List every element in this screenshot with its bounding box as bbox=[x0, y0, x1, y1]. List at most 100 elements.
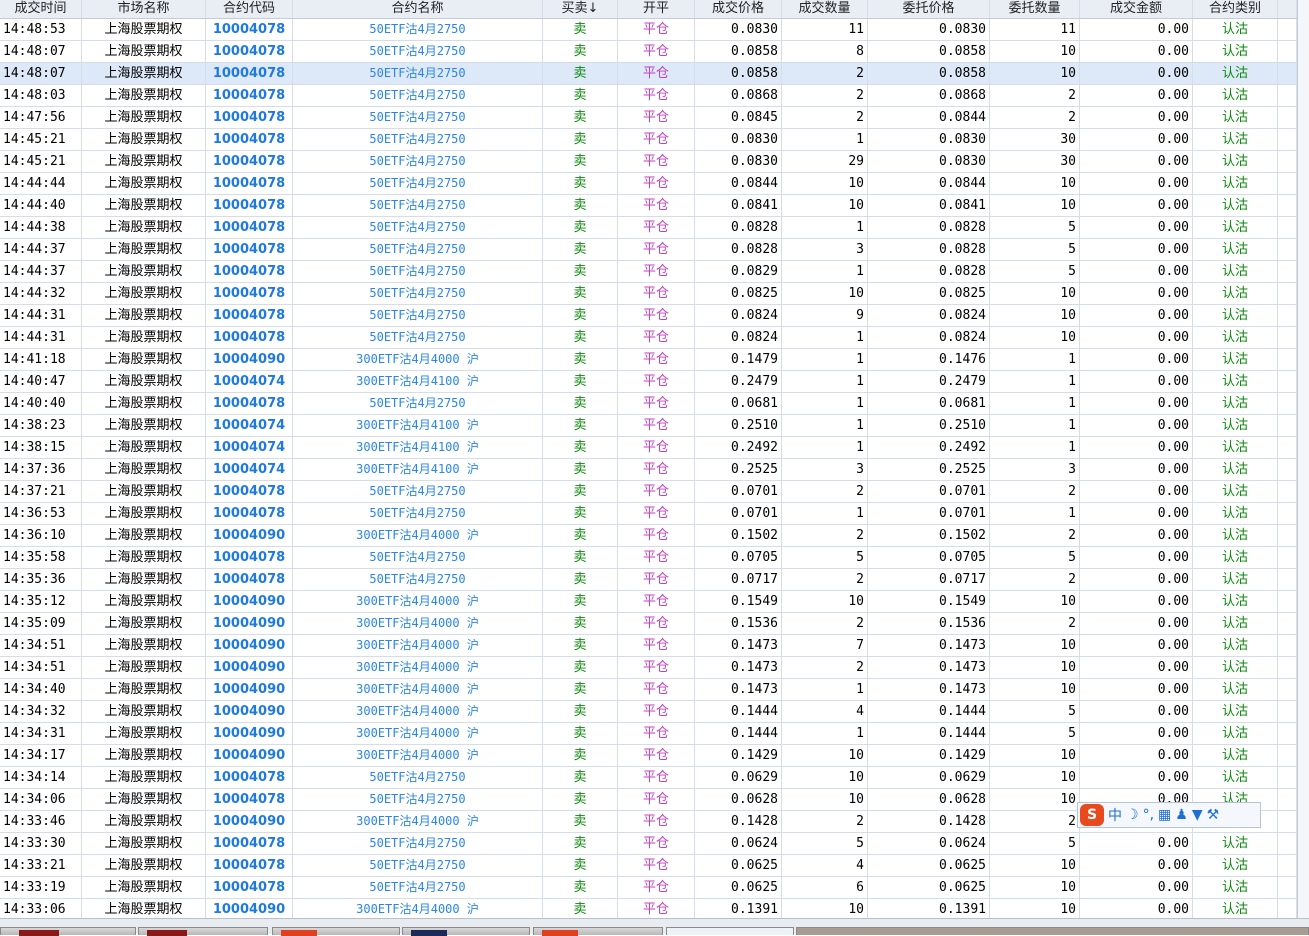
cell-contract-code: 10004078 bbox=[206, 195, 293, 216]
cell-trade-amount: 0.00 bbox=[1080, 305, 1193, 326]
cell-contract-type: 认沽 bbox=[1193, 41, 1278, 62]
cell-order-qty: 1 bbox=[990, 393, 1080, 414]
cell-trade-qty: 2 bbox=[782, 613, 868, 634]
cell-trade-time: 14:33:21 bbox=[0, 855, 82, 876]
cell-open-close: 平仓 bbox=[618, 613, 695, 634]
column-header-market-name[interactable]: 市场名称 bbox=[82, 0, 206, 18]
table-row[interactable]: 14:44:37 上海股票期权 10004078 50ETF沽4月2750 卖平仓 0.0… bbox=[0, 239, 1297, 261]
cell-trade-qty: 2 bbox=[782, 569, 868, 590]
table-row[interactable]: 14:44:31 上海股票期权 10004078 50ETF沽4月2750 卖平仓 0.0… bbox=[0, 305, 1297, 327]
table-row[interactable]: 14:48:07 上海股票期权 10004078 50ETF沽4月2750 卖平仓 0.0… bbox=[0, 63, 1297, 85]
table-row[interactable]: 14:44:40 上海股票期权 10004078 50ETF沽4月2750 卖平仓 0.0… bbox=[0, 195, 1297, 217]
table-row[interactable]: 14:48:07 上海股票期权 10004078 50ETF沽4月2750 卖平仓 0.0… bbox=[0, 41, 1297, 63]
table-row[interactable]: 14:34:14 上海股票期权 10004078 50ETF沽4月2750 卖平仓 0.0… bbox=[0, 767, 1297, 789]
table-row[interactable]: 14:44:44 上海股票期权 10004078 50ETF沽4月2750 卖平仓 0.0… bbox=[0, 173, 1297, 195]
column-header-trade-time[interactable]: 成交时间 bbox=[0, 0, 82, 18]
cell-open-close: 平仓 bbox=[618, 701, 695, 722]
cell-contract-code: 10004078 bbox=[206, 41, 293, 62]
column-header-order-qty[interactable]: 委托数量 bbox=[990, 0, 1080, 18]
table-row[interactable]: 14:47:56 上海股票期权 10004078 50ETF沽4月2750 卖平仓 0.0… bbox=[0, 107, 1297, 129]
cell-market-name: 上海股票期权 bbox=[82, 151, 206, 172]
cell-trade-amount: 0.00 bbox=[1080, 129, 1193, 150]
table-row[interactable]: 14:35:12 上海股票期权 10004090 300ETF沽4月4000 沪卖平仓… bbox=[0, 591, 1297, 613]
table-row[interactable]: 14:34:51 上海股票期权 10004090 300ETF沽4月4000 沪卖平仓… bbox=[0, 657, 1297, 679]
table-row[interactable]: 14:44:32 上海股票期权 10004078 50ETF沽4月2750 卖平仓 0.0… bbox=[0, 283, 1297, 305]
table-row[interactable]: 14:34:40 上海股票期权 10004090 300ETF沽4月4000 沪卖平仓… bbox=[0, 679, 1297, 701]
sogou-logo-icon[interactable]: S bbox=[1080, 804, 1104, 826]
table-row[interactable]: 14:45:21 上海股票期权 10004078 50ETF沽4月2750 卖平仓 0.0… bbox=[0, 129, 1297, 151]
cell-open-close: 平仓 bbox=[618, 767, 695, 788]
cell-open-close: 平仓 bbox=[618, 525, 695, 546]
cell-order-qty: 10 bbox=[990, 657, 1080, 678]
table-row[interactable]: 14:37:36 上海股票期权 10004074 300ETF沽4月4100 沪卖平仓… bbox=[0, 459, 1297, 481]
column-header-order-price[interactable]: 委托价格 bbox=[868, 0, 990, 18]
cell-trade-amount: 0.00 bbox=[1080, 85, 1193, 106]
keyboard-icon[interactable]: ▦ bbox=[1158, 807, 1171, 823]
table-row[interactable]: 14:40:40 上海股票期权 10004078 50ETF沽4月2750 卖平仓 0.0… bbox=[0, 393, 1297, 415]
row-filler bbox=[1278, 349, 1297, 370]
cell-contract-code: 10004078 bbox=[206, 855, 293, 876]
cell-trade-qty: 2 bbox=[782, 85, 868, 106]
table-row[interactable]: 14:48:53 上海股票期权 10004078 50ETF沽4月2750 卖平仓 0.0… bbox=[0, 19, 1297, 41]
skin-shirt-icon[interactable]: ▼ bbox=[1192, 807, 1203, 823]
cell-trade-amount: 0.00 bbox=[1080, 657, 1193, 678]
moon-icon[interactable]: ☽ bbox=[1126, 807, 1139, 823]
table-row[interactable]: 14:38:23 上海股票期权 10004074 300ETF沽4月4100 沪卖平仓… bbox=[0, 415, 1297, 437]
table-row[interactable]: 14:48:03 上海股票期权 10004078 50ETF沽4月2750 卖平仓 0.0… bbox=[0, 85, 1297, 107]
column-header-trade-qty[interactable]: 成交数量 bbox=[782, 0, 868, 18]
table-row[interactable]: 14:34:31 上海股票期权 10004090 300ETF沽4月4000 沪卖平仓… bbox=[0, 723, 1297, 745]
table-row[interactable]: 14:38:15 上海股票期权 10004074 300ETF沽4月4100 沪卖平仓… bbox=[0, 437, 1297, 459]
table-row[interactable]: 14:33:21 上海股票期权 10004078 50ETF沽4月2750 卖平仓 0.0… bbox=[0, 855, 1297, 877]
table-row[interactable]: 14:34:17 上海股票期权 10004090 300ETF沽4月4000 沪卖平仓… bbox=[0, 745, 1297, 767]
table-row[interactable]: 14:37:21 上海股票期权 10004078 50ETF沽4月2750 卖平仓 0.0… bbox=[0, 481, 1297, 503]
table-row[interactable]: 14:40:47 上海股票期权 10004074 300ETF沽4月4100 沪卖平仓… bbox=[0, 371, 1297, 393]
cell-trade-qty: 9 bbox=[782, 305, 868, 326]
cell-trade-amount: 0.00 bbox=[1080, 547, 1193, 568]
column-header-contract-type[interactable]: 合约类别 bbox=[1193, 0, 1278, 18]
table-row[interactable]: 14:44:38 上海股票期权 10004078 50ETF沽4月2750 卖平仓 0.0… bbox=[0, 217, 1297, 239]
table-row[interactable]: 14:33:30 上海股票期权 10004078 50ETF沽4月2750 卖平仓 0.0… bbox=[0, 833, 1297, 855]
table-row[interactable]: 14:36:53 上海股票期权 10004078 50ETF沽4月2750 卖平仓 0.0… bbox=[0, 503, 1297, 525]
cell-open-close: 平仓 bbox=[618, 151, 695, 172]
cell-contract-type: 认沽 bbox=[1193, 305, 1278, 326]
wrench-icon[interactable]: ⚒ bbox=[1207, 807, 1220, 823]
table-row[interactable]: 14:44:37 上海股票期权 10004078 50ETF沽4月2750 卖平仓 0.0… bbox=[0, 261, 1297, 283]
user-icon[interactable]: ♟ bbox=[1175, 807, 1188, 823]
cell-order-price: 0.0628 bbox=[868, 789, 990, 810]
ime-toolbar[interactable]: S 中 ☽ °, ▦ ♟ ▼ ⚒ bbox=[1077, 802, 1261, 828]
cell-contract-code: 10004074 bbox=[206, 459, 293, 480]
cell-contract-name: 300ETF沽4月4000 沪 bbox=[293, 349, 543, 370]
table-row[interactable]: 14:35:58 上海股票期权 10004078 50ETF沽4月2750 卖平仓 0.0… bbox=[0, 547, 1297, 569]
cell-contract-type: 认沽 bbox=[1193, 525, 1278, 546]
column-header-trade-price[interactable]: 成交价格 bbox=[695, 0, 782, 18]
cell-order-price: 0.1428 bbox=[868, 811, 990, 832]
cell-contract-code: 10004078 bbox=[206, 503, 293, 524]
punctuation-icon[interactable]: °, bbox=[1143, 807, 1154, 823]
table-row[interactable]: 14:36:10 上海股票期权 10004090 300ETF沽4月4000 沪卖平仓… bbox=[0, 525, 1297, 547]
cell-order-price: 0.2525 bbox=[868, 459, 990, 480]
cell-order-qty: 10 bbox=[990, 305, 1080, 326]
cell-contract-code: 10004078 bbox=[206, 327, 293, 348]
cell-trade-time: 14:45:21 bbox=[0, 129, 82, 150]
cell-trade-time: 14:44:40 bbox=[0, 195, 82, 216]
table-row[interactable]: 14:44:31 上海股票期权 10004078 50ETF沽4月2750 卖平仓 0.0… bbox=[0, 327, 1297, 349]
table-row[interactable]: 14:45:21 上海股票期权 10004078 50ETF沽4月2750 卖平仓 0.0… bbox=[0, 151, 1297, 173]
ime-mode-toggle[interactable]: 中 bbox=[1108, 805, 1122, 825]
column-header-open-close[interactable]: 开平 bbox=[618, 0, 695, 18]
cell-order-qty: 10 bbox=[990, 767, 1080, 788]
column-header-trade-amount[interactable]: 成交金额 bbox=[1080, 0, 1193, 18]
cell-open-close: 平仓 bbox=[618, 415, 695, 436]
vertical-scrollbar[interactable] bbox=[1297, 0, 1309, 918]
table-row[interactable]: 14:33:19 上海股票期权 10004078 50ETF沽4月2750 卖平仓 0.0… bbox=[0, 877, 1297, 899]
column-header-buy-sell[interactable]: 买卖↓ bbox=[543, 0, 618, 18]
table-row[interactable]: 14:35:36 上海股票期权 10004078 50ETF沽4月2750 卖平仓 0.0… bbox=[0, 569, 1297, 591]
column-header-contract-code[interactable]: 合约代码 bbox=[206, 0, 293, 18]
column-header-contract-name[interactable]: 合约名称 bbox=[293, 0, 543, 18]
cell-contract-code: 10004090 bbox=[206, 701, 293, 722]
cell-buy-sell: 卖 bbox=[543, 767, 618, 788]
table-row[interactable]: 14:34:32 上海股票期权 10004090 300ETF沽4月4000 沪卖平仓… bbox=[0, 701, 1297, 723]
table-row[interactable]: 14:41:18 上海股票期权 10004090 300ETF沽4月4000 沪卖平仓… bbox=[0, 349, 1297, 371]
table-row[interactable]: 14:34:51 上海股票期权 10004090 300ETF沽4月4000 沪卖平仓… bbox=[0, 635, 1297, 657]
cell-open-close: 平仓 bbox=[618, 63, 695, 84]
table-row[interactable]: 14:35:09 上海股票期权 10004090 300ETF沽4月4000 沪卖平仓… bbox=[0, 613, 1297, 635]
